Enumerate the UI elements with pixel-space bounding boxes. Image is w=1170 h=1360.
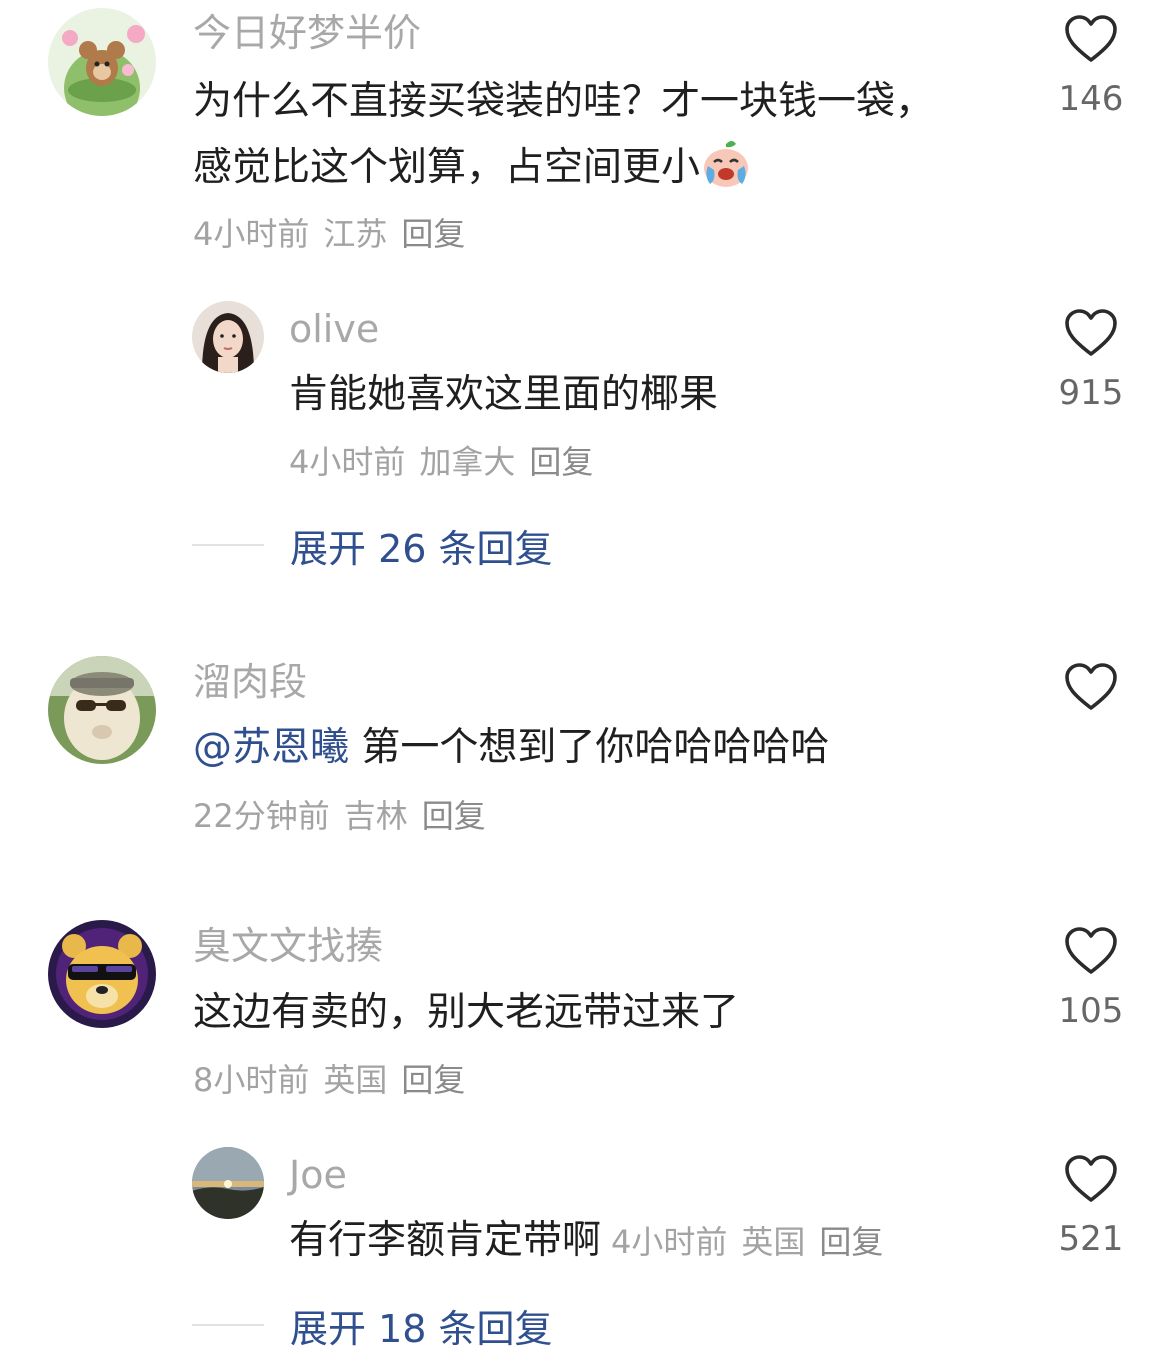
alpaca-sunglasses-avatar bbox=[48, 656, 156, 764]
comment-meta: 4小时前 江苏 回复 bbox=[193, 216, 479, 253]
divider bbox=[192, 544, 264, 546]
heart-outline-icon bbox=[1065, 927, 1117, 974]
avatar[interactable] bbox=[48, 656, 156, 764]
crying-laughing-emoji-icon bbox=[704, 141, 749, 187]
reply-button[interactable]: 回复 bbox=[401, 215, 465, 253]
username[interactable]: olive bbox=[289, 307, 379, 352]
like-count: 915 bbox=[1058, 373, 1124, 413]
reply-button[interactable]: 回复 bbox=[401, 1061, 465, 1099]
comment-meta: 22分钟前 吉林 回复 bbox=[193, 798, 500, 835]
username[interactable]: Joe bbox=[289, 1153, 347, 1198]
comment-meta: 8小时前 英国 回复 bbox=[193, 1062, 479, 1099]
bear-sunglasses-avatar bbox=[48, 920, 156, 1028]
expand-replies-label: 展开 18 条回复 bbox=[290, 1306, 553, 1351]
avatar[interactable] bbox=[192, 301, 264, 373]
location: 英国 bbox=[741, 1223, 806, 1261]
username[interactable]: 溜肉段 bbox=[193, 660, 307, 705]
expand-replies-button[interactable]: 展开 18 条回复 bbox=[192, 1300, 553, 1351]
like-button[interactable]: 915 bbox=[1036, 308, 1146, 410]
comment-text-line-2: 感觉比这个划算，占空间更小 bbox=[193, 135, 752, 201]
location: 加拿大 bbox=[419, 443, 516, 481]
username[interactable]: 臭文文找揍 bbox=[193, 924, 383, 969]
comment-text: 这边有卖的，别大老远带过来了 bbox=[193, 990, 740, 1035]
avatar[interactable] bbox=[48, 920, 156, 1028]
like-count: 105 bbox=[1058, 991, 1124, 1031]
timestamp: 8小时前 bbox=[193, 1061, 310, 1099]
heart-outline-icon bbox=[1065, 309, 1117, 356]
timestamp: 4小时前 bbox=[193, 215, 310, 253]
avatar[interactable] bbox=[192, 1147, 264, 1219]
avatar[interactable] bbox=[48, 8, 156, 116]
comment-text-continued: 感觉比这个划算，占空间更小 bbox=[193, 145, 701, 190]
like-button[interactable] bbox=[1036, 662, 1146, 712]
comment-text: 肯能她喜欢这里面的椰果 bbox=[289, 372, 719, 417]
reply-button[interactable]: 回复 bbox=[422, 797, 486, 835]
like-button[interactable]: 146 bbox=[1036, 14, 1146, 116]
divider bbox=[192, 1324, 264, 1326]
heart-outline-icon bbox=[1065, 15, 1117, 62]
comment-text: 为什么不直接买袋装的哇？才一块钱一袋， bbox=[193, 79, 935, 124]
timestamp: 4小时前 bbox=[611, 1223, 728, 1261]
username[interactable]: 今日好梦半价 bbox=[193, 11, 421, 56]
comment-text-body: 有行李额肯定带啊 bbox=[289, 1218, 602, 1263]
heart-outline-icon bbox=[1065, 1155, 1117, 1202]
location: 江苏 bbox=[323, 215, 388, 253]
like-count: 146 bbox=[1058, 79, 1124, 119]
expand-replies-label: 展开 26 条回复 bbox=[290, 526, 553, 571]
location: 英国 bbox=[323, 1061, 388, 1099]
timestamp: 22分钟前 bbox=[193, 797, 330, 835]
like-button[interactable]: 105 bbox=[1036, 926, 1146, 1028]
location: 吉林 bbox=[343, 797, 408, 835]
comment-text: 有行李额肯定带啊 4小时前 英国 回复 bbox=[289, 1208, 897, 1275]
heart-outline-icon bbox=[1065, 663, 1117, 710]
timestamp: 4小时前 bbox=[289, 443, 406, 481]
woman-portrait-avatar bbox=[192, 301, 264, 373]
comment-meta: 4小时前 加拿大 回复 bbox=[289, 444, 607, 481]
mention-link[interactable]: @苏恩曦 bbox=[193, 725, 349, 770]
expand-replies-button[interactable]: 展开 26 条回复 bbox=[192, 520, 553, 571]
reply-button[interactable]: 回复 bbox=[819, 1223, 883, 1261]
like-count: 521 bbox=[1058, 1219, 1124, 1259]
comment-text: @苏恩曦 第一个想到了你哈哈哈哈哈 bbox=[193, 715, 829, 781]
cartoon-mouse-lotus-avatar bbox=[48, 8, 156, 116]
comment-text-body: 第一个想到了你哈哈哈哈哈 bbox=[349, 725, 830, 770]
reply-button[interactable]: 回复 bbox=[529, 443, 593, 481]
sunset-landscape-avatar bbox=[192, 1147, 264, 1219]
comment-meta: 4小时前 英国 回复 bbox=[611, 1223, 897, 1261]
like-button[interactable]: 521 bbox=[1036, 1154, 1146, 1256]
